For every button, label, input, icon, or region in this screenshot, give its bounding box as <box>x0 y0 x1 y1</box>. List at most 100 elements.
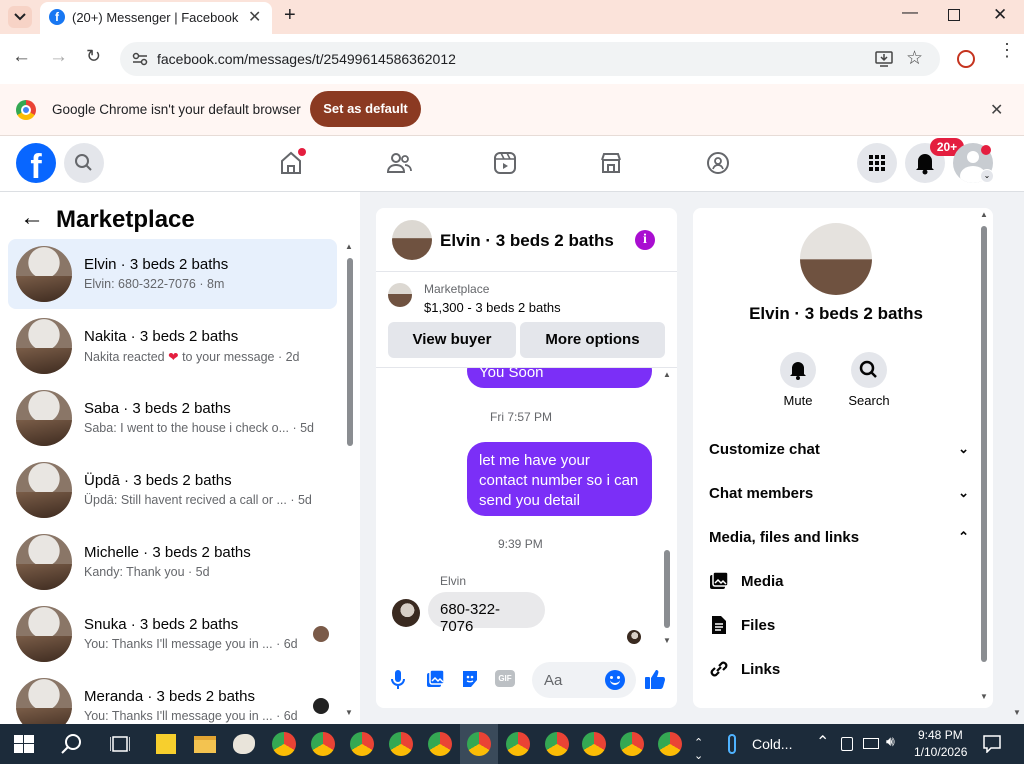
battery-icon[interactable] <box>841 737 853 751</box>
set-default-button[interactable]: Set as default <box>310 91 421 127</box>
address-bar[interactable]: facebook.com/messages/t/2549961458636201… <box>120 42 940 76</box>
chat-info-panel: Elvin · 3 beds 2 baths Mute Search Custo… <box>693 208 993 708</box>
chat-avatar[interactable] <box>392 220 432 260</box>
file-explorer-icon[interactable] <box>194 736 216 753</box>
scrollbar-thumb[interactable] <box>981 226 987 662</box>
chat-title[interactable]: Elvin · 3 beds 2 baths <box>440 231 614 251</box>
profile-icon[interactable] <box>957 50 975 68</box>
weather-text[interactable]: Cold... <box>752 736 792 752</box>
new-tab-button[interactable]: + <box>284 4 296 27</box>
restore-button[interactable] <box>948 9 960 21</box>
watch-icon[interactable] <box>493 151 517 175</box>
bookmark-star-icon[interactable]: ☆ <box>906 47 923 70</box>
notification-center-icon[interactable] <box>983 735 1001 753</box>
close-window-button[interactable]: ✕ <box>993 5 1007 25</box>
links-link[interactable]: Links <box>741 661 780 678</box>
taskbar-overflow-icon[interactable]: ⌃ ⌄ <box>694 736 703 762</box>
task-view-icon[interactable] <box>110 735 130 753</box>
message-input[interactable]: Aa <box>532 662 636 698</box>
media-files-links-row[interactable]: Media, files and links ⌃ <box>709 529 969 549</box>
forward-icon[interactable]: → <box>49 46 68 68</box>
close-tab-icon[interactable]: ✕ <box>248 7 261 27</box>
sticker-icon[interactable] <box>460 669 480 689</box>
conversation-item[interactable]: Michelle · 3 beds 2 baths Kandy: Thank y… <box>8 527 337 597</box>
info-icon[interactable]: i <box>635 230 655 250</box>
windows-start-icon[interactable] <box>14 735 34 753</box>
clock-date[interactable]: 1/10/2026 <box>914 745 967 759</box>
microphone-icon[interactable] <box>390 669 406 691</box>
paint-icon[interactable] <box>233 734 255 754</box>
mute-button[interactable] <box>780 352 816 388</box>
info-scrollbar[interactable]: ▲ ▼ <box>979 208 989 708</box>
scroll-down-icon[interactable]: ▼ <box>980 692 988 701</box>
outgoing-message-partial: You Soon <box>467 368 652 388</box>
gif-icon[interactable]: GIF <box>495 670 515 687</box>
conversation-item[interactable]: Snuka · 3 beds 2 baths You: Thanks I'll … <box>8 599 337 669</box>
like-icon[interactable] <box>644 668 666 690</box>
clock-time[interactable]: 9:48 PM <box>918 728 963 742</box>
chrome-taskbar-icon[interactable] <box>389 732 413 756</box>
chrome-taskbar-icon[interactable] <box>620 732 644 756</box>
apps-grid-icon <box>869 155 885 171</box>
chrome-taskbar-icon[interactable] <box>272 732 296 756</box>
scroll-up-icon[interactable]: ▲ <box>345 242 353 251</box>
page-scroll-down-icon[interactable]: ▼ <box>1013 708 1021 717</box>
friends-icon[interactable] <box>386 150 412 176</box>
conversation-item[interactable]: Nakita · 3 beds 2 baths Nakita reacted ❤… <box>8 311 337 381</box>
network-icon[interactable] <box>863 738 879 749</box>
scroll-up-icon[interactable]: ▲ <box>980 210 988 219</box>
scroll-up-icon[interactable]: ▲ <box>663 370 671 379</box>
install-app-icon[interactable] <box>875 51 893 67</box>
search-icon[interactable] <box>61 733 83 755</box>
account-chevron-icon[interactable]: ⌄ <box>980 169 994 183</box>
close-infobar-icon[interactable]: ✕ <box>990 100 1003 120</box>
media-link[interactable]: Media <box>741 573 784 590</box>
url-text: facebook.com/messages/t/2549961458636201… <box>157 51 456 67</box>
view-buyer-button[interactable]: View buyer <box>388 322 516 358</box>
tab-search-button[interactable] <box>8 6 32 28</box>
chrome-taskbar-icon[interactable] <box>350 732 374 756</box>
marketplace-icon[interactable] <box>599 151 623 175</box>
chrome-taskbar-icon[interactable] <box>658 732 682 756</box>
sticky-notes-icon[interactable] <box>156 734 176 754</box>
chrome-menu-icon[interactable]: ⋮ <box>998 41 1016 59</box>
back-arrow-icon[interactable]: ← <box>20 204 44 232</box>
scrollbar-thumb[interactable] <box>664 550 670 628</box>
mute-label: Mute <box>783 393 813 408</box>
conversation-item[interactable]: Üpdā · 3 beds 2 baths Üpdā: Still havent… <box>8 455 337 525</box>
chat-members-row[interactable]: Chat members ⌄ <box>709 485 969 505</box>
chevron-up-icon[interactable]: ⌃ <box>816 732 829 752</box>
conversation-snippet: Saba: I went to the house i check o... ·… <box>84 421 314 435</box>
chrome-taskbar-icon[interactable] <box>506 732 530 756</box>
chrome-taskbar-icon[interactable] <box>545 732 569 756</box>
site-settings-icon[interactable] <box>132 52 148 66</box>
more-options-button[interactable]: More options <box>520 322 665 358</box>
chrome-taskbar-icon[interactable] <box>428 732 452 756</box>
search-button[interactable] <box>64 143 104 183</box>
files-link[interactable]: Files <box>741 617 775 634</box>
volume-icon[interactable]: 🔊︎ <box>886 733 895 750</box>
facebook-logo[interactable]: f <box>16 143 56 186</box>
conversation-item[interactable]: Meranda · 3 beds 2 baths You: Thanks I'l… <box>8 671 337 724</box>
chrome-taskbar-icon[interactable] <box>467 732 491 756</box>
emoji-icon[interactable] <box>605 670 625 690</box>
customize-chat-row[interactable]: Customize chat ⌄ <box>709 441 969 461</box>
scroll-down-icon[interactable]: ▼ <box>663 636 671 645</box>
back-icon[interactable]: ← <box>12 46 31 68</box>
chat-scrollbar[interactable]: ▲ ▼ <box>662 368 672 652</box>
menu-button[interactable] <box>857 143 897 183</box>
search-conversation-button[interactable] <box>851 352 887 388</box>
browser-tab[interactable]: f (20+) Messenger | Facebook ✕ <box>40 2 272 34</box>
groups-icon[interactable] <box>706 151 730 175</box>
home-notification-dot <box>298 148 306 156</box>
photo-icon[interactable] <box>425 669 445 689</box>
scrollbar[interactable]: ▲ ▼ <box>344 242 354 722</box>
chrome-taskbar-icon[interactable] <box>582 732 606 756</box>
chrome-taskbar-icon[interactable] <box>311 732 335 756</box>
conversation-item[interactable]: Saba · 3 beds 2 baths Saba: I went to th… <box>8 383 337 453</box>
scroll-down-icon[interactable]: ▼ <box>345 708 353 717</box>
conversation-item[interactable]: Elvin · 3 beds 2 baths Elvin: 680-322-70… <box>8 239 337 309</box>
scrollbar-thumb[interactable] <box>347 258 353 446</box>
minimize-button[interactable]: — <box>902 4 918 22</box>
reload-icon[interactable]: ↻ <box>86 46 101 67</box>
